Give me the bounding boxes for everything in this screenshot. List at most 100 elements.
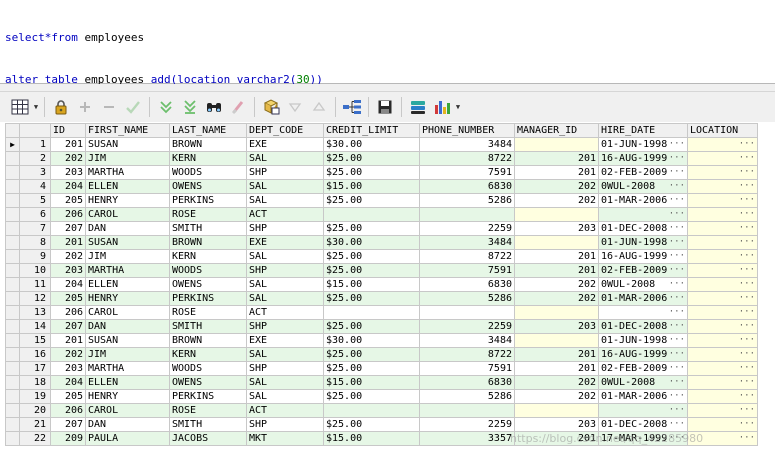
cell-manager-id[interactable]: 201 — [514, 151, 599, 166]
chart-dropdown-icon[interactable]: ▼ — [454, 96, 462, 118]
table-row[interactable]: 8 201 SUSAN BROWN EXE $30.00 3484 01-JUN-1998 ··… — [5, 235, 758, 250]
cell-last-name[interactable]: BROWN — [169, 333, 247, 348]
cell-last-name[interactable]: BROWN — [169, 137, 247, 152]
cell-credit-limit[interactable]: $25.00 — [323, 151, 420, 166]
column-header-hire-date[interactable]: HIRE_DATE — [598, 123, 688, 138]
column-header-first-name[interactable]: FIRST_NAME — [85, 123, 170, 138]
cell-hire-date[interactable]: ··· — [598, 403, 688, 418]
cell-first-name[interactable]: HENRY — [85, 193, 170, 208]
cell-manager-id[interactable]: 202 — [514, 389, 599, 404]
cell-phone-number[interactable]: 7591 — [419, 165, 515, 180]
cell-phone-number[interactable]: 6830 — [419, 375, 515, 390]
date-picker-ellipsis-icon[interactable]: ··· — [669, 251, 685, 263]
row-number[interactable]: 21 — [19, 417, 51, 432]
cell-id[interactable]: 201 — [50, 333, 86, 348]
cell-credit-limit[interactable]: $15.00 — [323, 431, 420, 446]
delete-record-icon[interactable] — [97, 96, 121, 118]
grid-options-dropdown-icon[interactable]: ▼ — [32, 96, 40, 118]
cell-last-name[interactable]: BROWN — [169, 235, 247, 250]
cell-hire-date[interactable]: ··· — [598, 207, 688, 222]
cell-phone-number[interactable]: 3357 — [419, 431, 515, 446]
table-row[interactable]: 19 205 HENRY PERKINS SAL $25.00 5286 202 01-MAR-… — [5, 389, 758, 404]
table-row[interactable]: 5 205 HENRY PERKINS SAL $25.00 5286 202 01-MAR-2… — [5, 193, 758, 208]
cell-location[interactable]: ··· — [687, 263, 758, 278]
row-number[interactable]: 1 — [19, 137, 51, 152]
cell-manager-id[interactable]: 201 — [514, 249, 599, 264]
post-changes-icon[interactable] — [121, 96, 145, 118]
cell-phone-number[interactable]: 2259 — [419, 319, 515, 334]
cell-dept-code[interactable]: SHP — [246, 319, 324, 334]
cell-credit-limit[interactable]: $30.00 — [323, 333, 420, 348]
cell-last-name[interactable]: SMITH — [169, 319, 247, 334]
column-header-last-name[interactable]: LAST_NAME — [169, 123, 247, 138]
cell-last-name[interactable]: PERKINS — [169, 291, 247, 306]
editor-ellipsis-icon[interactable]: ··· — [739, 279, 755, 291]
table-row[interactable]: 20 206 CAROL ROSE ACT ··· ··· — [5, 403, 758, 418]
cell-first-name[interactable]: MARTHA — [85, 263, 170, 278]
cell-hire-date[interactable]: 16-AUG-1999 ··· — [598, 151, 688, 166]
row-number[interactable]: 2 — [19, 151, 51, 166]
cell-hire-date[interactable]: 01-MAR-2006 ··· — [598, 193, 688, 208]
cell-phone-number[interactable]: 6830 — [419, 277, 515, 292]
cell-hire-date[interactable]: ··· — [598, 305, 688, 320]
cell-first-name[interactable]: MARTHA — [85, 361, 170, 376]
row-number[interactable]: 7 — [19, 221, 51, 236]
table-row[interactable]: 4 204 ELLEN OWENS SAL $15.00 6830 202 0WUL-2008 ·… — [5, 179, 758, 194]
cell-id[interactable]: 206 — [50, 207, 86, 222]
cell-phone-number[interactable] — [419, 305, 515, 320]
editor-ellipsis-icon[interactable]: ··· — [739, 209, 755, 221]
cell-last-name[interactable]: WOODS — [169, 263, 247, 278]
column-header-credit-limit[interactable]: CREDIT_LIMIT — [323, 123, 420, 138]
cell-id[interactable]: 207 — [50, 221, 86, 236]
cell-hire-date[interactable]: 01-DEC-2008 ··· — [598, 319, 688, 334]
cell-id[interactable]: 201 — [50, 137, 86, 152]
cell-manager-id[interactable] — [514, 305, 599, 320]
cell-dept-code[interactable]: SHP — [246, 361, 324, 376]
editor-ellipsis-icon[interactable]: ··· — [739, 321, 755, 333]
cell-phone-number[interactable] — [419, 403, 515, 418]
cell-credit-limit[interactable]: $25.00 — [323, 165, 420, 180]
cell-credit-limit[interactable]: $30.00 — [323, 235, 420, 250]
add-record-icon[interactable] — [73, 96, 97, 118]
sql-editor[interactable]: select*from employees alter table employ… — [0, 0, 775, 86]
editor-ellipsis-icon[interactable]: ··· — [739, 153, 755, 165]
date-picker-ellipsis-icon[interactable]: ··· — [669, 153, 685, 165]
cell-dept-code[interactable]: ACT — [246, 403, 324, 418]
cell-id[interactable]: 206 — [50, 305, 86, 320]
cell-location[interactable]: ··· — [687, 389, 758, 404]
cell-last-name[interactable]: JACOBS — [169, 431, 247, 446]
cell-last-name[interactable]: ROSE — [169, 207, 247, 222]
editor-ellipsis-icon[interactable]: ··· — [739, 195, 755, 207]
date-picker-ellipsis-icon[interactable]: ··· — [669, 195, 685, 207]
cell-phone-number[interactable]: 5286 — [419, 389, 515, 404]
row-number[interactable]: 5 — [19, 193, 51, 208]
cell-credit-limit[interactable]: $25.00 — [323, 347, 420, 362]
cell-manager-id[interactable]: 202 — [514, 375, 599, 390]
cell-hire-date[interactable]: 02-FEB-2009 ··· — [598, 263, 688, 278]
cell-hire-date[interactable]: 02-FEB-2009 ··· — [598, 361, 688, 376]
cell-dept-code[interactable]: EXE — [246, 333, 324, 348]
cell-hire-date[interactable]: 0WUL-2008 ··· — [598, 375, 688, 390]
cell-dept-code[interactable]: SAL — [246, 291, 324, 306]
cell-location[interactable]: ··· — [687, 403, 758, 418]
table-row[interactable]: 16 202 JIM KERN SAL $25.00 8722 201 16-AUG-1999 ·… — [5, 347, 758, 362]
cell-manager-id[interactable]: 202 — [514, 193, 599, 208]
cell-location[interactable]: ··· — [687, 333, 758, 348]
cell-location[interactable]: ··· — [687, 305, 758, 320]
cell-hire-date[interactable]: 01-DEC-2008 ··· — [598, 221, 688, 236]
cell-credit-limit[interactable]: $25.00 — [323, 291, 420, 306]
editor-ellipsis-icon[interactable]: ··· — [739, 419, 755, 431]
cell-location[interactable]: ··· — [687, 249, 758, 264]
editor-ellipsis-icon[interactable]: ··· — [739, 307, 755, 319]
cell-manager-id[interactable]: 203 — [514, 417, 599, 432]
cell-first-name[interactable]: SUSAN — [85, 235, 170, 250]
cell-id[interactable]: 203 — [50, 165, 86, 180]
editor-ellipsis-icon[interactable]: ··· — [739, 363, 755, 375]
cell-phone-number[interactable]: 2259 — [419, 221, 515, 236]
lock-icon[interactable] — [49, 96, 73, 118]
cell-last-name[interactable]: SMITH — [169, 221, 247, 236]
row-number[interactable]: 4 — [19, 179, 51, 194]
cell-manager-id[interactable] — [514, 137, 599, 152]
cell-location[interactable]: ··· — [687, 375, 758, 390]
cell-manager-id[interactable]: 201 — [514, 165, 599, 180]
